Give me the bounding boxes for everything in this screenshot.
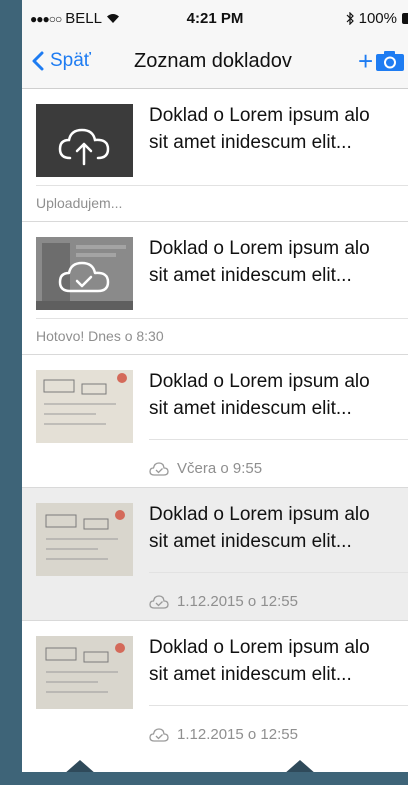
status-text: 1.12.2015 o 12:55 (177, 726, 298, 743)
bluetooth-icon (346, 12, 354, 25)
status-text: Včera o 9:55 (177, 460, 263, 477)
status-text: Hotovo! Dnes o 8:30 (36, 328, 164, 344)
title-line-2: sit amet inidescum elit... (149, 531, 352, 552)
phone-screen: ●●●○○ BELL 4:21 PM 100% Späť Zoznam dokl… (22, 0, 408, 772)
receipt-photo (36, 636, 133, 709)
status-row: Včera o 9:55 (149, 460, 262, 477)
title-line-1: Doklad o Lorem ipsum alo (149, 371, 370, 392)
list-item[interactable]: Doklad o Lorem ipsum alo sit amet inides… (22, 621, 408, 754)
status-bar: ●●●○○ BELL 4:21 PM 100% (22, 0, 408, 38)
list-item[interactable]: Doklad o Lorem ipsum alo sit amet inides… (22, 89, 408, 222)
battery-percent: 100% (358, 10, 397, 27)
bottom-bar (22, 748, 408, 772)
document-thumbnail (36, 636, 133, 709)
document-title: Doklad o Lorem ipsum alo sit amet inides… (149, 634, 408, 688)
title-line-2: sit amet inidescum elit... (149, 398, 352, 419)
title-line-2: sit amet inidescum elit... (149, 132, 352, 153)
back-button[interactable]: Späť (32, 50, 91, 72)
camera-icon (376, 51, 405, 71)
status-row: 1.12.2015 o 12:55 (149, 726, 298, 743)
navigation-bar: Späť Zoznam dokladov + (22, 38, 408, 89)
document-thumbnail (36, 237, 133, 310)
divider (149, 439, 408, 440)
receipt-photo (36, 370, 133, 443)
divider (36, 185, 408, 186)
receipt-photo (36, 503, 133, 576)
divider (149, 705, 408, 706)
list-item[interactable]: Doklad o Lorem ipsum alo sit amet inides… (22, 355, 408, 488)
title-line-1: Doklad o Lorem ipsum alo (149, 504, 370, 525)
page-title: Zoznam dokladov (134, 50, 292, 72)
document-title: Doklad o Lorem ipsum alo sit amet inides… (149, 368, 408, 422)
cloud-check-icon (149, 594, 169, 609)
arrow-up-icon[interactable] (284, 760, 316, 772)
list-item[interactable]: Doklad o Lorem ipsum alo sit amet inides… (22, 222, 408, 355)
cloud-upload-icon (58, 128, 110, 166)
battery-info: 100% (346, 10, 408, 27)
document-thumbnail (36, 503, 133, 576)
document-title: Doklad o Lorem ipsum alo sit amet inides… (149, 501, 408, 555)
document-title: Doklad o Lorem ipsum alo sit amet inides… (149, 102, 408, 156)
title-line-2: sit amet inidescum elit... (149, 265, 352, 286)
divider (36, 318, 408, 319)
cloud-check-icon (149, 461, 169, 476)
plus-label: + (358, 46, 374, 76)
chevron-left-icon (32, 51, 44, 71)
divider (149, 572, 408, 573)
battery-icon (402, 13, 408, 24)
status-text: Uploadujem... (36, 195, 123, 211)
status-row: 1.12.2015 o 12:55 (149, 593, 298, 610)
list-item[interactable]: Doklad o Lorem ipsum alo sit amet inides… (22, 488, 408, 621)
arrow-up-icon[interactable] (64, 760, 96, 772)
document-thumbnail (36, 104, 133, 177)
document-thumbnail (36, 370, 133, 443)
title-line-1: Doklad o Lorem ipsum alo (149, 105, 370, 126)
title-line-1: Doklad o Lorem ipsum alo (149, 637, 370, 658)
title-line-2: sit amet inidescum elit... (149, 664, 352, 685)
cloud-check-icon (58, 261, 110, 293)
document-title: Doklad o Lorem ipsum alo sit amet inides… (149, 235, 408, 289)
add-photo-button[interactable]: + (358, 46, 405, 76)
cloud-check-icon (149, 727, 169, 742)
document-list: Doklad o Lorem ipsum alo sit amet inides… (22, 89, 408, 754)
title-line-1: Doklad o Lorem ipsum alo (149, 238, 370, 259)
back-label: Späť (50, 50, 91, 71)
status-text: 1.12.2015 o 12:55 (177, 593, 298, 610)
